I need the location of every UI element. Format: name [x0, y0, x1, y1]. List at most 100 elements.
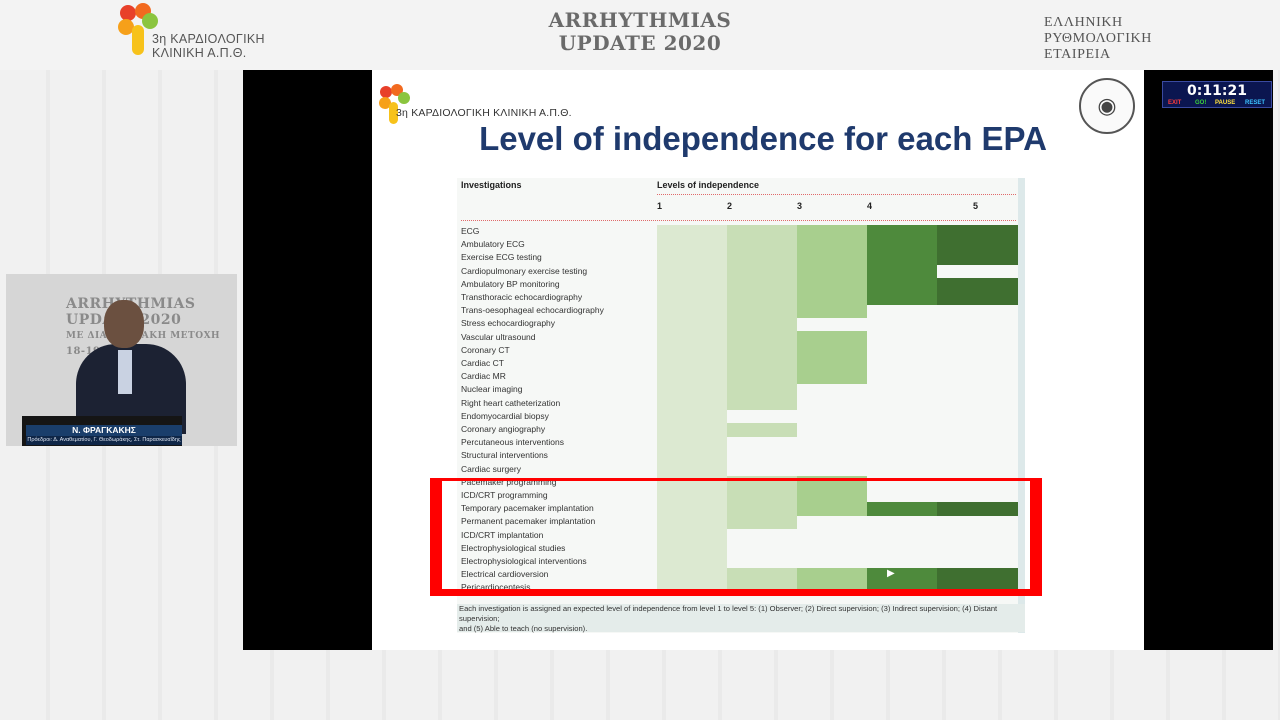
row-label: Right heart catheterization: [461, 397, 561, 408]
row-label: Cardiac surgery: [461, 463, 521, 474]
row-label: Percutaneous interventions: [461, 437, 565, 448]
row-label: Nuclear imaging: [461, 384, 523, 395]
level-cell-2: [727, 357, 797, 371]
level-cell-2: [727, 330, 797, 345]
level-cell-2: [727, 383, 797, 398]
row-label: Cardiopulmonary exercise testing: [461, 265, 588, 276]
row-label: ECG: [461, 226, 480, 236]
timer-pause-button[interactable]: PAUSE: [1215, 99, 1235, 107]
row-label: Transthoracic echocardiography: [461, 292, 583, 302]
level-cell-2: [727, 396, 797, 411]
level-cell-3: [797, 343, 867, 358]
row-label: Stress echocardiography: [461, 318, 556, 329]
level-cell-1: [657, 423, 727, 437]
row-label: Coronary angiography: [461, 424, 546, 434]
event-header: 3η ΚΑΡΔΙΟΛΟΓΙΚΗ ΚΛΙΝΙΚΗ Α.Π.Θ. ARRHYTHMI…: [0, 0, 1280, 70]
timer-reset-button[interactable]: RESET: [1245, 99, 1265, 107]
speaker-name: Ν. ΦΡΑΓΚΑΚΗΣ: [26, 425, 182, 436]
level-cell-1: [657, 383, 727, 398]
level-cell-3: [797, 277, 867, 292]
level-cell-2: [727, 343, 797, 358]
level-cell-1: [657, 277, 727, 292]
level-cell-2: [727, 291, 797, 305]
level-cell-4: [867, 225, 937, 239]
investigations-header: Investigations: [461, 180, 522, 190]
level-cell-1: [657, 436, 727, 450]
level-cell-3: [797, 251, 867, 266]
session-timer: 0:11:21 EXIT GO! PAUSE RESET: [1162, 81, 1272, 108]
level-number-1: 1: [657, 201, 663, 211]
level-cell-1: [657, 317, 727, 332]
row-label: Trans-oesophageal echocardiography: [461, 305, 604, 316]
table-divider: [461, 220, 1016, 221]
slide-logo-text: 3η ΚΑΡΔΙΟΛΟΓΙΚΗ ΚΛΙΝΙΚΗ Α.Π.Θ.: [396, 107, 572, 119]
header-divider: [657, 194, 1016, 195]
row-label: Structural interventions: [461, 450, 548, 461]
levels-header: Levels of independence: [657, 180, 760, 190]
table-footnote: Each investigation is assigned an expect…: [457, 604, 1025, 633]
level-cell-5: [937, 238, 1019, 252]
level-cell-1: [657, 225, 727, 239]
row-label: Ambulatory ECG: [461, 239, 525, 250]
level-cell-3: [797, 330, 867, 345]
footnote-line-1: Each investigation is assigned an expect…: [459, 604, 998, 623]
level-cell-2: [727, 370, 797, 384]
level-cell-3: [797, 225, 867, 239]
level-cell-2: [727, 225, 797, 239]
level-cell-3: [797, 370, 867, 384]
level-cell-2: [727, 304, 797, 318]
level-cell-4: [867, 251, 937, 266]
level-cell-1: [657, 264, 727, 279]
level-cell-4: [867, 291, 937, 305]
timer-display: 0:11:21: [1187, 83, 1247, 99]
highlight-right-bar: [1030, 478, 1042, 596]
level-cell-2: [727, 317, 797, 332]
level-cell-2: [727, 238, 797, 252]
level-cell-4: [867, 277, 937, 292]
row-label: Exercise ECG testing: [461, 252, 542, 263]
level-cell-1: [657, 238, 727, 252]
highlight-box: [432, 478, 1042, 596]
level-cell-1: [657, 449, 727, 464]
speaker-head: [104, 300, 144, 348]
row-label: Vascular ultrasound: [461, 331, 536, 342]
speaker-shirt: [118, 350, 132, 394]
level-cell-1: [657, 251, 727, 266]
level-cell-2: [727, 423, 797, 437]
level-cell-4: [867, 264, 937, 279]
level-cell-3: [797, 357, 867, 371]
level-cell-1: [657, 396, 727, 411]
level-cell-3: [797, 304, 867, 318]
slide-title: Level of independence for each EPA: [479, 120, 1047, 157]
level-cell-5: [937, 225, 1019, 239]
level-cell-3: [797, 264, 867, 279]
level-cell-1: [657, 357, 727, 371]
timer-go-button[interactable]: GO!: [1195, 99, 1206, 107]
society-name: ΕΛΛΗΝΙΚΗ ΡΥΘΜΟΛΟΓΙΚΗ ΕΤΑΙΡΕΙΑ: [1044, 15, 1152, 62]
level-cell-2: [727, 277, 797, 292]
speaker-video: ARRHYTHMIAS UPDATE 2020 ΜΕ ΔΙΑΔΙΚΤΥΑΚΗ Μ…: [6, 274, 237, 446]
level-number-5: 5: [973, 201, 979, 211]
level-cell-1: [657, 291, 727, 305]
level-cell-3: [797, 291, 867, 305]
timer-exit-button[interactable]: EXIT: [1168, 99, 1181, 107]
level-cell-2: [727, 264, 797, 279]
speaker-subtitle: Πρόεδροι: Δ. Αναθεματίου, Γ. Θεοδωράκης,…: [26, 436, 182, 445]
highlight-left-bar: [430, 478, 442, 596]
level-cell-5: [937, 291, 1019, 305]
level-cell-1: [657, 409, 727, 424]
level-number-4: 4: [867, 201, 873, 211]
level-cell-1: [657, 330, 727, 345]
level-number-3: 3: [797, 201, 803, 211]
level-cell-4: [867, 238, 937, 252]
level-cell-2: [727, 251, 797, 266]
level-cell-1: [657, 343, 727, 358]
row-label: Endomyocardial biopsy: [461, 410, 549, 421]
level-cell-3: [797, 238, 867, 252]
row-label: Cardiac MR: [461, 371, 506, 382]
level-number-2: 2: [727, 201, 733, 211]
row-label: Cardiac CT: [461, 358, 504, 368]
clinic-logo-text: 3η ΚΑΡΔΙΟΛΟΓΙΚΗ ΚΛΙΝΙΚΗ Α.Π.Θ.: [152, 32, 265, 60]
row-label: Ambulatory BP monitoring: [461, 278, 560, 289]
footnote-line-2: and (5) Able to teach (no supervision).: [459, 624, 588, 633]
